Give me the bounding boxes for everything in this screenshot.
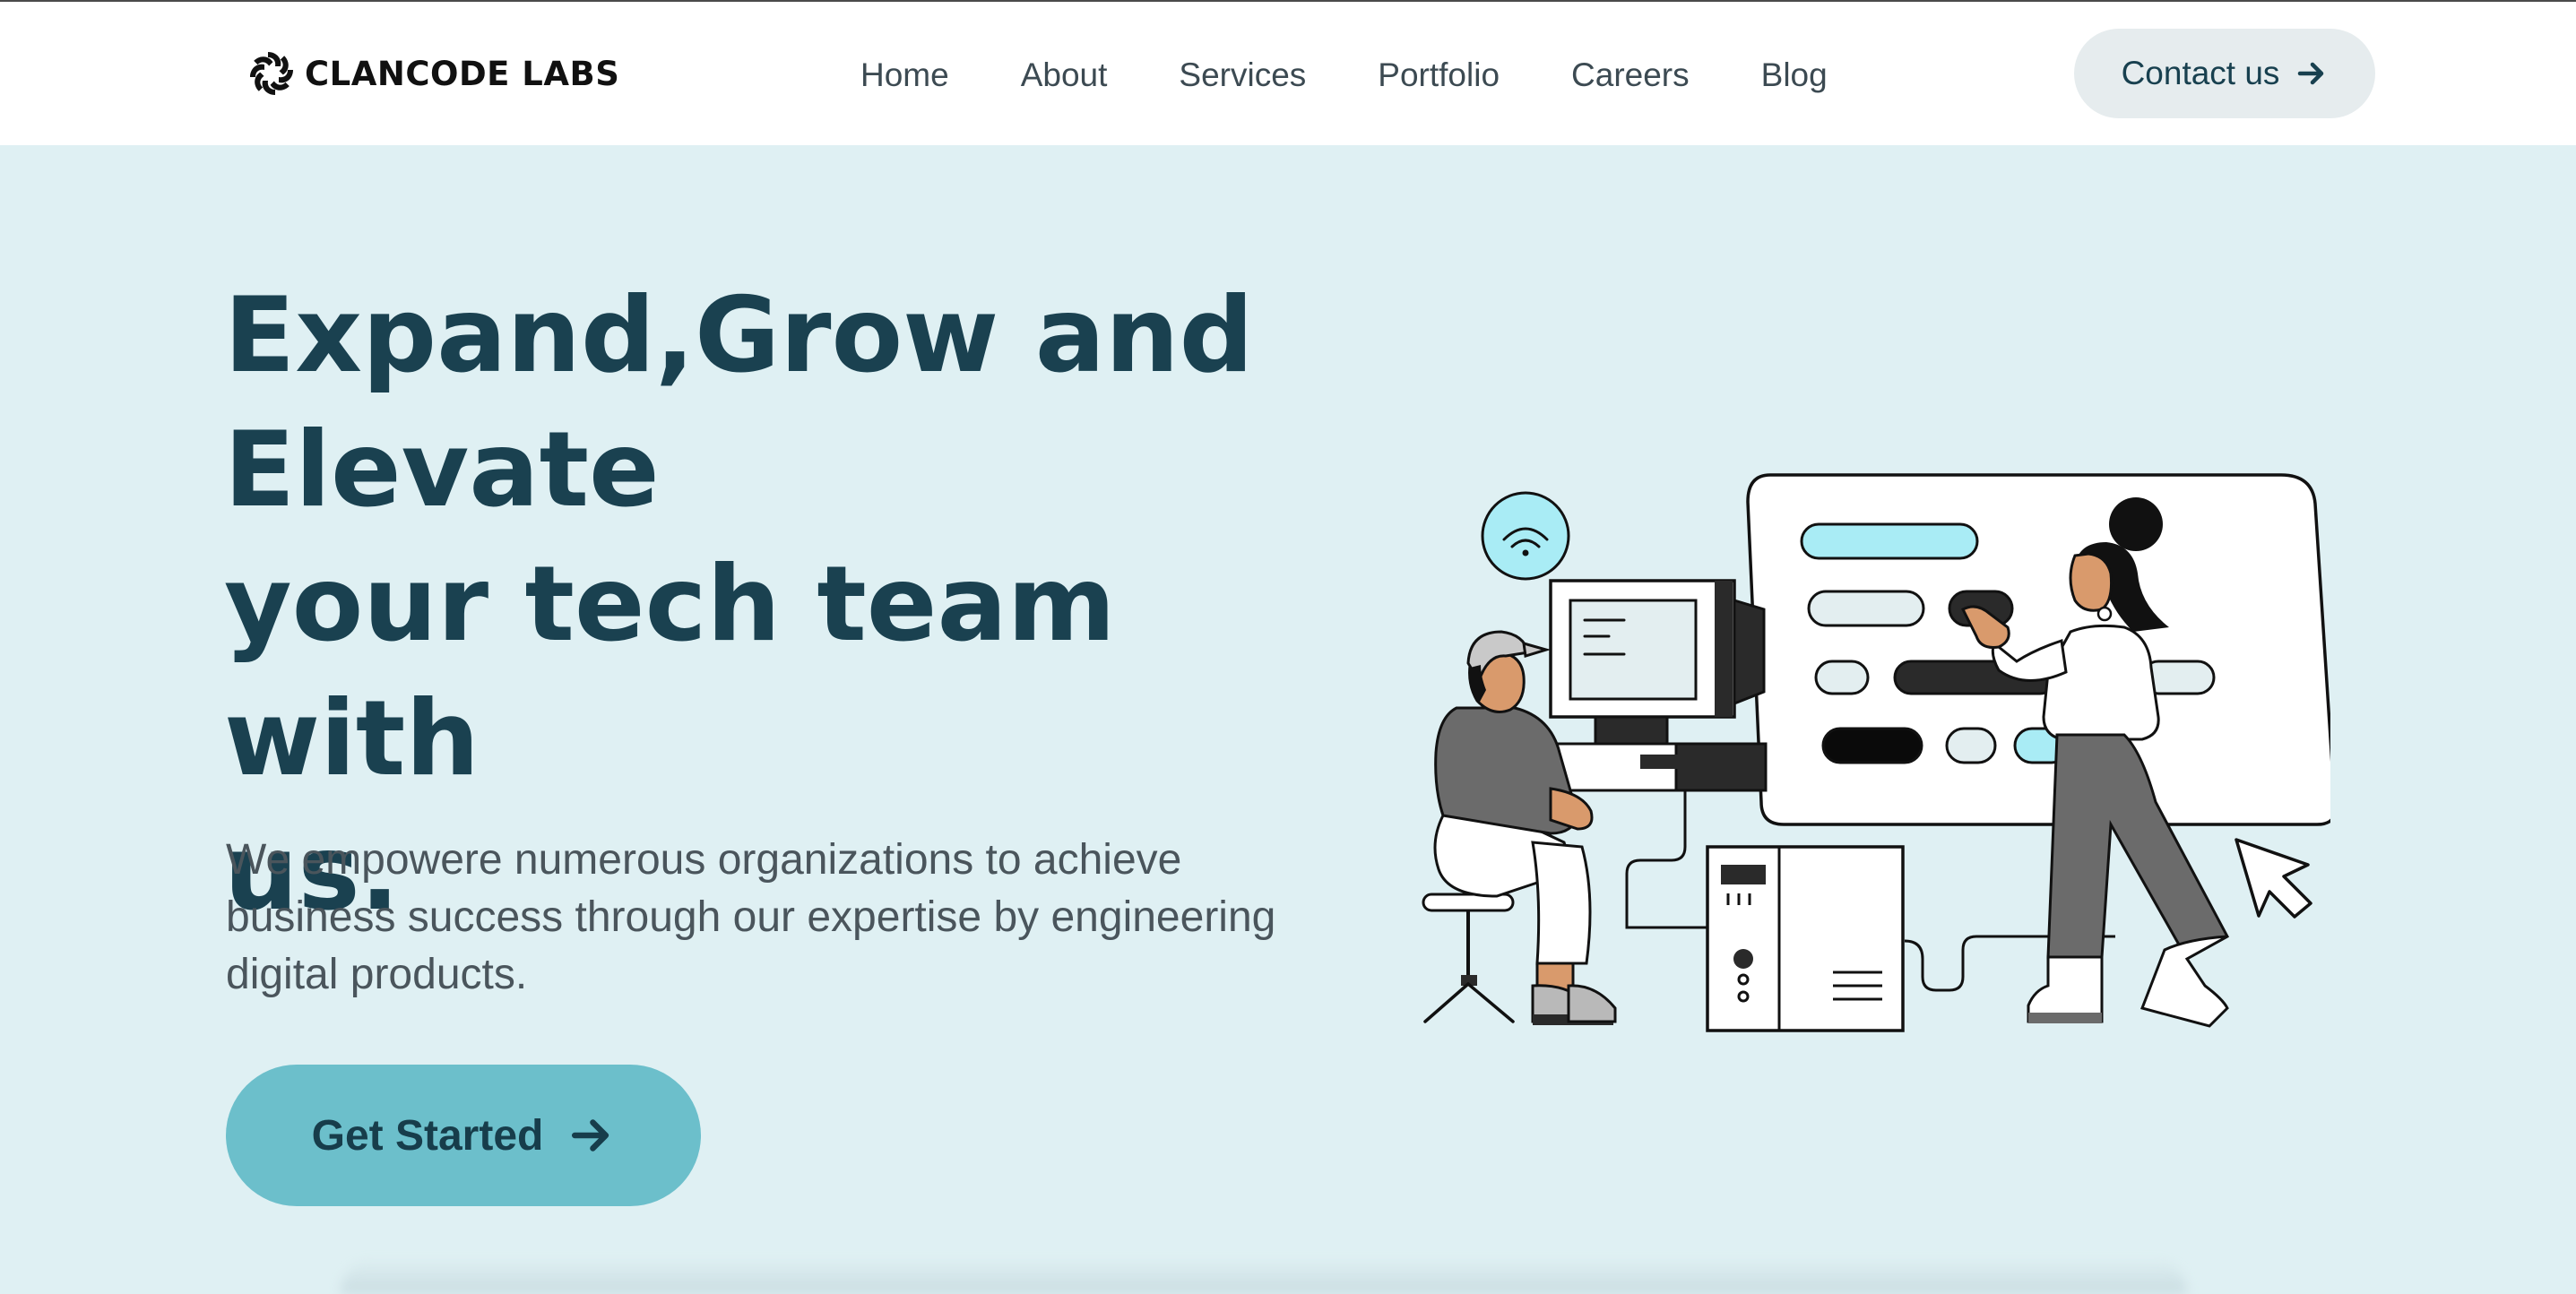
nav-portfolio[interactable]: Portfolio xyxy=(1378,52,1500,99)
panel-bar-shape xyxy=(1807,590,1925,627)
flower-logo-icon xyxy=(249,51,294,96)
nav-home[interactable]: Home xyxy=(860,52,949,99)
hero-illustration xyxy=(1422,473,2330,1032)
panel-bar-shape xyxy=(1821,727,1923,764)
panel-bar-shape xyxy=(1800,522,1979,560)
panel-bar-shape xyxy=(1814,660,1870,695)
cable-line xyxy=(1625,789,1712,929)
nav-blog[interactable]: Blog xyxy=(1761,52,1828,99)
nav-services[interactable]: Services xyxy=(1179,52,1306,99)
brand-name: CLANCODE LABS xyxy=(305,54,620,93)
wifi-bubble xyxy=(1481,491,1570,581)
contact-us-button[interactable]: Contact us xyxy=(2074,29,2375,118)
get-started-button[interactable]: Get Started xyxy=(226,1065,701,1206)
content-card-edge xyxy=(341,1258,2187,1294)
brand-logo[interactable]: CLANCODE LABS xyxy=(247,48,619,99)
main-nav: Home About Services Portfolio Careers Bl… xyxy=(860,52,1899,99)
panel-bar-shape xyxy=(1945,727,1997,764)
nav-careers[interactable]: Careers xyxy=(1571,52,1690,99)
hero-title-line: Elevate xyxy=(224,410,660,531)
navbar: CLANCODE LABS Home About Services Portfo… xyxy=(0,2,2576,145)
contact-us-label: Contact us xyxy=(2121,55,2280,91)
hero-subtitle: We empowere numerous organizations to ac… xyxy=(226,836,1276,998)
arrow-right-icon xyxy=(2298,62,2324,85)
get-started-label: Get Started xyxy=(311,1111,544,1160)
hero-title-line: Expand,Grow and xyxy=(224,275,1254,396)
hero-title-line: your tech team with xyxy=(224,544,1116,799)
arrow-right-icon xyxy=(572,1119,609,1152)
cursor-arrow-icon xyxy=(2235,838,2312,919)
nav-about[interactable]: About xyxy=(1021,52,1108,99)
